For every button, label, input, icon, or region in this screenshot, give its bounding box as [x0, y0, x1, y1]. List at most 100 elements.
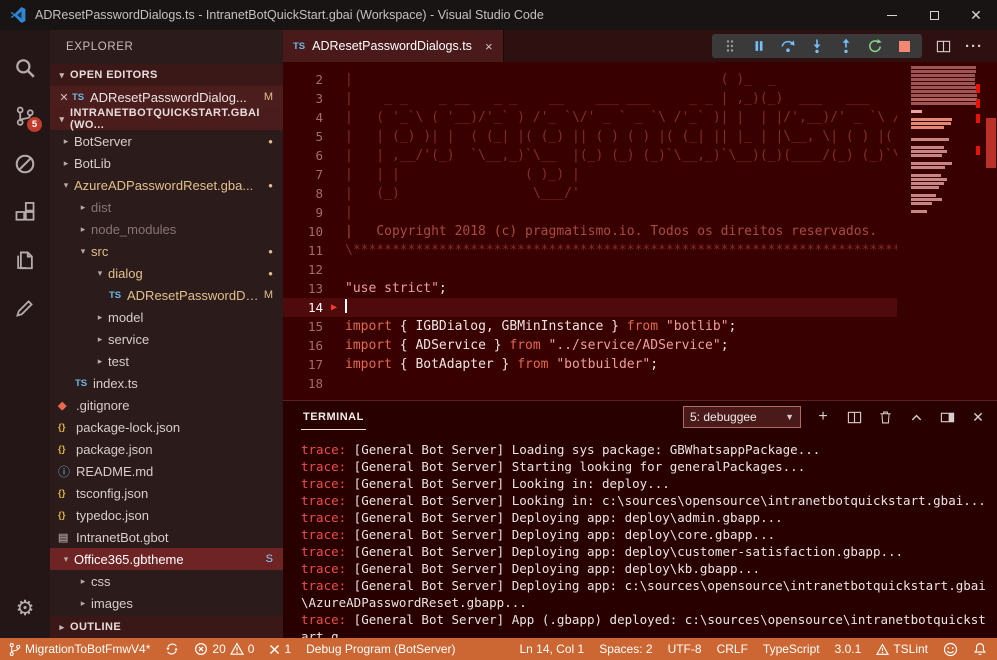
open-editors-header[interactable]: ▾ OPEN EDITORS — [50, 64, 283, 86]
restart-button[interactable] — [867, 38, 883, 54]
modified-dot-badge: ● — [268, 247, 273, 256]
code-line-16[interactable]: 16import { ADService } from "../service/… — [283, 336, 897, 355]
tree-item-adresetpassworddial[interactable]: TSADResetPasswordDial...M — [50, 284, 283, 306]
tree-item-node-modules[interactable]: ▸node_modules — [50, 218, 283, 240]
tree-item-tsconfig-json[interactable]: {}tsconfig.json — [50, 482, 283, 504]
editor-actions: ··· — [936, 38, 983, 55]
tree-item-gitignore[interactable]: ◆.gitignore — [50, 394, 283, 416]
drag-handle-icon[interactable] — [722, 38, 738, 54]
maximize-button[interactable] — [913, 0, 955, 30]
explorer-view-button[interactable] — [0, 236, 50, 284]
settings-button[interactable]: ⚙ — [0, 588, 50, 628]
code-line-9[interactable]: 9| | — [283, 203, 897, 222]
indentation-status[interactable]: Spaces: 2 — [599, 642, 652, 656]
code-line-7[interactable]: 7| | | ( )_) | | — [283, 165, 897, 184]
kill-terminal-button[interactable] — [876, 408, 894, 426]
tree-item-botserver[interactable]: ▸BotServer● — [50, 130, 283, 152]
feedback-button[interactable] — [943, 642, 958, 657]
tree-item-label: BotServer — [74, 134, 264, 149]
tree-item-test[interactable]: ▸test — [50, 350, 283, 372]
tab-adresetpassworddialogs[interactable]: TS ADResetPasswordDialogs.ts × — [283, 30, 504, 62]
split-terminal-button[interactable] — [845, 408, 863, 426]
extensions-view-button[interactable] — [0, 188, 50, 236]
tree-item-css[interactable]: ▸css — [50, 570, 283, 592]
tree-item-model[interactable]: ▸model — [50, 306, 283, 328]
code-line-3[interactable]: 3| _ _ _ __ _ _ __ ___ ___ _ _ | ,_)(_) … — [283, 89, 897, 108]
terminal-line: trace: [General Bot Server] Looking in: … — [301, 492, 987, 509]
minimize-button[interactable] — [871, 0, 913, 30]
ts-version-status[interactable]: 3.0.1 — [835, 642, 862, 656]
language-mode-status[interactable]: TypeScript — [763, 642, 820, 656]
tree-item-package-json[interactable]: {}package.json — [50, 438, 283, 460]
minimap[interactable] — [911, 66, 981, 214]
code-editor[interactable]: 2| ( )_ _ |3| _ _ _ __ _ _ __ ___ ___ _ … — [283, 62, 997, 400]
sync-status[interactable] — [165, 642, 179, 656]
tab-terminal[interactable]: TERMINAL — [301, 404, 366, 430]
cursor-position-status[interactable]: Ln 14, Col 1 — [519, 642, 584, 656]
code-line-15[interactable]: 15import { IGBDialog, GBMinInstance } fr… — [283, 317, 897, 336]
tree-item-package-lock-json[interactable]: {}package-lock.json — [50, 416, 283, 438]
tree-item-images[interactable]: ▸images — [50, 592, 283, 614]
code-line-10[interactable]: 10| Copyright 2018 (c) pragmatismo.io. T… — [283, 222, 897, 241]
split-editor-icon[interactable] — [936, 39, 951, 54]
new-terminal-button[interactable]: + — [814, 408, 832, 426]
tree-item-azureadpasswordreset-gba[interactable]: ▾AzureADPasswordReset.gba...● — [50, 174, 283, 196]
code-line-14[interactable]: 14▶ — [283, 298, 897, 317]
step-over-button[interactable] — [780, 38, 796, 54]
tree-item-intranetbot-gbot[interactable]: ▤IntranetBot.gbot — [50, 526, 283, 548]
search-view-button[interactable] — [0, 44, 50, 92]
step-out-button[interactable] — [838, 38, 854, 54]
edit-view-button[interactable] — [0, 284, 50, 332]
tree-item-office365-gbtheme[interactable]: ▾Office365.gbthemeS — [50, 548, 283, 570]
code-text: import { IGBDialog, GBMinInstance } from… — [345, 317, 897, 336]
tree-item-dialog[interactable]: ▾dialog● — [50, 262, 283, 284]
pause-button[interactable] — [751, 38, 767, 54]
encoding-status[interactable]: UTF-8 — [668, 642, 702, 656]
workspace-section-header[interactable]: ▾ INTRANETBOTQUICKSTART.GBAI (WO... — [50, 108, 283, 130]
code-line-17[interactable]: 17import { BotAdapter } from "botbuilder… — [283, 355, 897, 374]
tree-item-service[interactable]: ▸service — [50, 328, 283, 350]
code-line-8[interactable]: 8| (_) \___/' | — [283, 184, 897, 203]
debug-view-button[interactable] — [0, 140, 50, 188]
tree-item-typedoc-json[interactable]: {}typedoc.json — [50, 504, 283, 526]
problems-status[interactable]: 20 0 — [194, 642, 254, 656]
code-line-6[interactable]: 6| | ,__/'(_) `\__,_)`\__ |(_) (_) (_)`\… — [283, 146, 897, 165]
code-line-13[interactable]: 13"use strict"; — [283, 279, 897, 298]
open-editor-item[interactable]: ✕ TS ADResetPasswordDialog... M — [50, 86, 283, 108]
modified-dot-badge: ● — [268, 137, 273, 146]
terminal-output[interactable]: trace: [General Bot Server] Loading sys … — [283, 433, 997, 638]
git-branch-status[interactable]: MigrationToBotFmwV4* — [8, 642, 150, 657]
step-into-button[interactable] — [809, 38, 825, 54]
close-button[interactable]: ✕ — [955, 0, 997, 30]
move-panel-button[interactable] — [938, 408, 956, 426]
tree-item-label: index.ts — [93, 376, 283, 391]
tree-item-dist[interactable]: ▸dist — [50, 196, 283, 218]
code-line-12[interactable]: 12 — [283, 260, 897, 279]
close-editor-icon[interactable]: ✕ — [56, 91, 72, 104]
code-line-2[interactable]: 2| ( )_ _ | — [283, 70, 897, 89]
stop-button[interactable] — [896, 38, 912, 54]
notifications-button[interactable] — [973, 642, 987, 657]
code-line-5[interactable]: 5| | (_) )| | ( (_| |( (_) || ( ) ( ) |(… — [283, 127, 897, 146]
close-panel-button[interactable]: ✕ — [969, 408, 987, 426]
tree-item-label: BotLib — [74, 156, 283, 171]
debug-session-status[interactable]: Debug Program (BotServer) — [306, 642, 455, 656]
tslint-status[interactable]: TSLint — [876, 642, 928, 656]
eol-status[interactable]: CRLF — [717, 642, 748, 656]
outline-section-header[interactable]: ▸ OUTLINE — [50, 616, 283, 638]
editor-scrollbar[interactable] — [986, 118, 996, 168]
tree-item-src[interactable]: ▾src● — [50, 240, 283, 262]
code-line-18[interactable]: 18 — [283, 374, 897, 393]
more-actions-icon[interactable]: ··· — [965, 38, 983, 55]
code-line-4[interactable]: 4| ( '_`\ ( '__)/'_` ) /'_ `\/' _ ` _ `\… — [283, 108, 897, 127]
code-line-11[interactable]: 11\*************************************… — [283, 241, 897, 260]
source-control-view-button[interactable]: 5 — [0, 92, 50, 140]
extension-indicator-status[interactable]: 1 — [269, 642, 291, 656]
warning-icon — [230, 642, 244, 656]
tree-item-index-ts[interactable]: TSindex.ts — [50, 372, 283, 394]
tree-item-readme-md[interactable]: ⓘREADME.md — [50, 460, 283, 482]
maximize-panel-button[interactable] — [907, 408, 925, 426]
tree-item-botlib[interactable]: ▸BotLib — [50, 152, 283, 174]
tab-close-icon[interactable]: × — [485, 39, 493, 54]
terminal-selector[interactable]: 5: debuggee ▼ — [683, 406, 801, 428]
